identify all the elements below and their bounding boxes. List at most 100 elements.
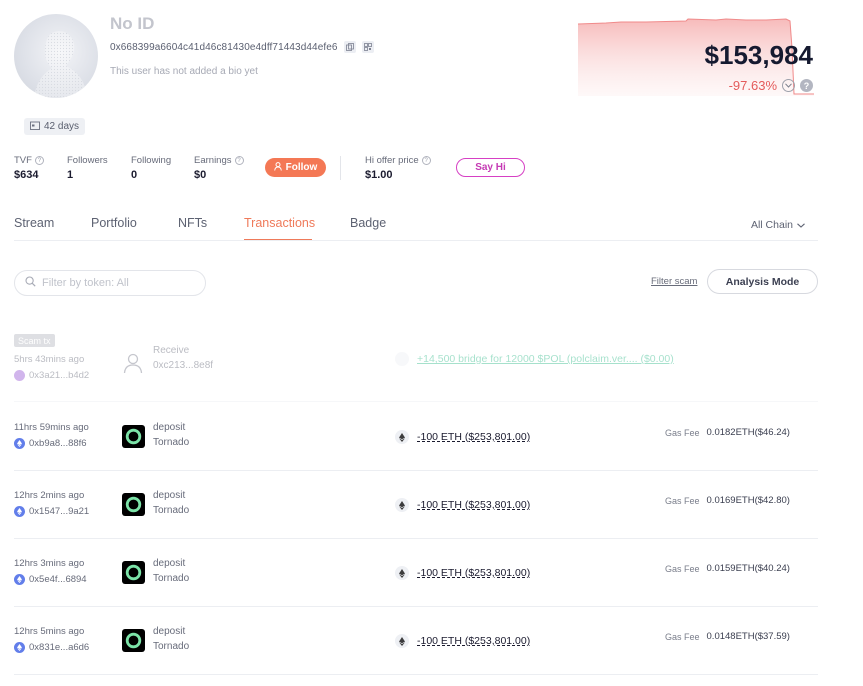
help-icon[interactable]: ? (800, 79, 813, 92)
balance-change-row: -97.63% ? (729, 78, 813, 93)
tx-amount[interactable]: -100 ETH ($253,801.00) (417, 635, 530, 647)
tornado-icon (122, 493, 145, 516)
tx-amount[interactable]: -100 ETH ($253,801.00) (417, 431, 530, 443)
stat-earnings-label: Earnings (194, 155, 232, 166)
tornado-icon (122, 561, 145, 584)
stat-followers-value: 1 (67, 169, 74, 181)
transaction-row[interactable]: 12hrs 3mins ago 0x5e4f...6894 deposit To… (14, 539, 818, 607)
tx-hash[interactable]: 0x5e4f...6894 (29, 574, 87, 585)
chain-selector[interactable]: All Chain (751, 219, 805, 231)
tab-nfts[interactable]: NFTs (178, 216, 244, 241)
gas-fee-value: 0.0148ETH($37.59) (706, 631, 790, 642)
tx-protocol[interactable]: Tornado (153, 437, 189, 448)
token-filter[interactable] (14, 270, 206, 296)
gas-fee-value: 0.0182ETH($46.24) (706, 427, 790, 438)
address-row: 0x668399a6604c41d46c81430e4dff71443d44ef… (110, 41, 374, 53)
tx-hash[interactable]: 0x1547...9a21 (29, 506, 89, 517)
profile-tabs: Stream Portfolio NFTs Transactions Badge (14, 216, 400, 241)
help-icon[interactable]: ? (234, 156, 244, 165)
tabs-divider (14, 240, 818, 241)
help-icon[interactable]: ? (34, 156, 44, 165)
tx-protocol[interactable]: Tornado (153, 573, 189, 584)
gas-fee-label: Gas Fee (665, 495, 700, 506)
scam-tag: Scam tx (14, 334, 55, 347)
tx-hash[interactable]: 0xb9a8...88f6 (29, 438, 87, 449)
token-filter-input[interactable] (42, 277, 192, 289)
token-icon (395, 352, 409, 366)
gas-fee-label: Gas Fee (665, 631, 700, 642)
gas-fee-label: Gas Fee (665, 563, 700, 574)
tab-portfolio[interactable]: Portfolio (91, 216, 178, 241)
transaction-row[interactable]: 12hrs 2mins ago 0x1547...9a21 deposit To… (14, 471, 818, 539)
transaction-row[interactable]: 12hrs 5mins ago 0x831e...a6d6 deposit To… (14, 607, 818, 675)
say-hi-button[interactable]: Say Hi (456, 158, 525, 177)
eth-token-icon (395, 566, 409, 580)
gas-fee-value: 0.0169ETH($42.80) (706, 495, 790, 506)
search-icon (25, 274, 36, 292)
transaction-row[interactable]: 11hrs 59mins ago 0xb9a8...88f6 deposit T… (14, 403, 818, 471)
tab-badge[interactable]: Badge (350, 216, 400, 241)
balance-change: -97.63% (728, 78, 777, 93)
tx-amount[interactable]: +14,500 bridge for 12000 $POL (polclaim.… (417, 353, 674, 365)
stats-divider (340, 156, 341, 180)
stat-hi-offer-value: $1.00 (365, 169, 393, 181)
tab-stream[interactable]: Stream (14, 216, 91, 241)
tx-action: deposit (153, 626, 186, 637)
tx-time: 12hrs 3mins ago (14, 558, 85, 569)
stat-following-label: Following (131, 155, 172, 166)
tornado-icon (122, 629, 145, 652)
avatar-silhouette-icon (34, 31, 88, 98)
eth-icon (14, 574, 25, 585)
eth-token-icon (395, 498, 409, 512)
stat-tvf-label: TVF (14, 155, 32, 166)
account-age-label: 42 days (44, 121, 80, 132)
tx-time: 12hrs 2mins ago (14, 490, 85, 501)
stat-earnings-value: $0 (194, 169, 207, 181)
eth-icon (14, 438, 25, 449)
copy-icon[interactable] (343, 41, 356, 53)
calendar-icon (30, 121, 40, 133)
help-icon[interactable]: ? (421, 156, 431, 165)
tx-hash[interactable]: 0x3a21...b4d2 (29, 370, 89, 381)
stat-following[interactable]: Following 0 (131, 155, 171, 181)
avatar (14, 14, 98, 98)
profile-bio: This user has not added a bio yet (110, 66, 258, 77)
wallet-address: 0x668399a6604c41d46c81430e4dff71443d44ef… (110, 41, 338, 53)
tx-amount[interactable]: -100 ETH ($253,801.00) (417, 499, 530, 511)
eth-token-icon (395, 430, 409, 444)
polygon-icon (14, 370, 25, 381)
tx-time: 11hrs 59mins ago (14, 422, 89, 433)
tx-amount[interactable]: -100 ETH ($253,801.00) (417, 567, 530, 579)
tx-action: Receive (153, 345, 190, 356)
scam-transaction-row[interactable]: Scam tx 5hrs 43mins ago 0x3a21...b4d2 Re… (14, 334, 818, 402)
chevron-down-icon[interactable] (782, 79, 795, 92)
tab-transactions[interactable]: Transactions (244, 216, 315, 241)
tx-protocol[interactable]: Tornado (153, 641, 189, 652)
tx-protocol[interactable]: Tornado (153, 505, 189, 516)
person-icon (123, 353, 143, 374)
chain-selector-label: All Chain (750, 219, 793, 231)
analysis-mode-button[interactable]: Analysis Mode (707, 269, 818, 294)
stat-following-value: 0 (131, 169, 138, 181)
stat-followers[interactable]: Followers 1 (67, 155, 108, 181)
tx-counterparty[interactable]: 0xc213...8e8f (153, 360, 213, 371)
stat-earnings: Earnings ? $0 (194, 155, 244, 181)
filter-scam-link[interactable]: Filter scam (651, 276, 697, 287)
stat-tvf: TVF ? $634 (14, 155, 44, 181)
total-balance: $153,984 (704, 40, 813, 70)
gas-fee-label: Gas Fee (665, 427, 700, 438)
stat-hi-offer-label: Hi offer price (365, 155, 419, 166)
follow-button[interactable]: Follow (265, 158, 326, 177)
eth-icon (14, 642, 25, 653)
tx-hash[interactable]: 0x831e...a6d6 (29, 642, 89, 653)
gas-fee-value: 0.0159ETH($40.24) (706, 563, 790, 574)
tx-time: 5hrs 43mins ago (14, 354, 85, 365)
user-plus-icon (273, 161, 282, 174)
profile-name: No ID (110, 14, 155, 33)
eth-icon (14, 506, 25, 517)
stat-tvf-value: $634 (14, 169, 39, 181)
account-age-badge: 42 days (24, 118, 86, 135)
qrcode-icon[interactable] (361, 41, 374, 53)
chevron-down-icon (797, 219, 805, 231)
tx-action: deposit (153, 558, 186, 569)
